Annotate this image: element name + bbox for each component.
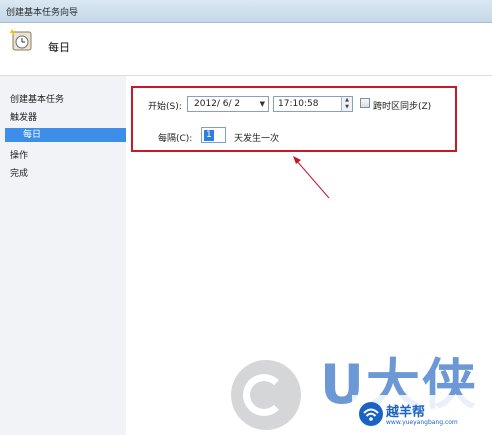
wizard-steps-sidebar: 创建基本任务 触发器 每日 操作 完成 (0, 76, 126, 435)
brand-url: www.yueyangbang.com (386, 419, 458, 426)
recur-days-value: 1 (204, 130, 214, 141)
recur-label: 每隔(C): (158, 134, 193, 144)
sync-timezone-checkbox[interactable] (360, 98, 370, 108)
wifi-icon (359, 402, 383, 426)
start-date-picker[interactable]: 2012/ 6/ 2 ▼ (187, 96, 269, 112)
wizard-header: 每日 (0, 23, 492, 76)
start-time-value: 17:10:58 (278, 99, 319, 109)
time-spinner[interactable]: ▲ ▼ (341, 97, 352, 111)
sidebar-item-finish[interactable]: 完成 (10, 166, 28, 179)
brand-badge: 越羊帮 www.yueyangbang.com (352, 395, 492, 435)
title-bar: 创建基本任务向导 (0, 0, 492, 23)
recur-unit-label: 天发生一次 (234, 134, 280, 144)
sidebar-item-daily[interactable]: 每日 (5, 128, 126, 142)
page-title: 每日 (48, 41, 70, 54)
window-title: 创建基本任务向导 (6, 8, 79, 18)
spin-up-icon[interactable]: ▲ (342, 97, 352, 104)
start-time-input[interactable]: 17:10:58 ▲ ▼ (273, 96, 353, 112)
start-date-value: 2012/ 6/ 2 (194, 99, 241, 109)
sync-timezone-label[interactable]: 跨时区同步(Z) (373, 99, 431, 112)
spin-down-icon[interactable]: ▼ (342, 104, 352, 111)
brand-name: 越羊帮 (386, 405, 426, 420)
sidebar-item-create-basic-task[interactable]: 创建基本任务 (10, 92, 64, 105)
start-label: 开始(S): (148, 102, 182, 112)
scheduled-task-icon (10, 29, 32, 51)
dropdown-arrow-icon[interactable]: ▼ (260, 100, 265, 108)
sidebar-item-trigger[interactable]: 触发器 (10, 110, 37, 123)
sidebar-item-action[interactable]: 操作 (10, 148, 28, 161)
watermark-logo-icon (231, 360, 301, 430)
recur-days-input[interactable]: 1 (201, 127, 226, 143)
